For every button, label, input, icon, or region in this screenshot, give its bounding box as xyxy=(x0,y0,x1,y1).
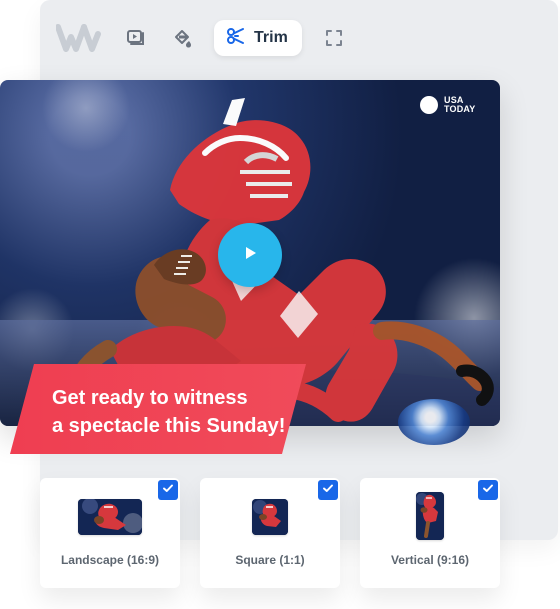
brand-logo-text: USA TODAY xyxy=(444,95,476,114)
format-card-square[interactable]: Square (1:1) xyxy=(200,478,340,588)
landscape-label: Landscape (16:9) xyxy=(60,553,160,567)
check-icon xyxy=(482,481,494,499)
square-thumbnail xyxy=(252,499,288,535)
brand-logo: USA TODAY xyxy=(420,96,482,114)
editor-mockup: Trim USA TODAY Get ready to witness a sp… xyxy=(0,0,560,609)
format-card-vertical[interactable]: Vertical (9:16) xyxy=(360,478,500,588)
play-button[interactable] xyxy=(218,223,282,287)
toolbar: Trim xyxy=(56,18,348,58)
vertical-thumbnail xyxy=(416,492,444,540)
app-logo xyxy=(56,24,104,52)
landscape-checkbox[interactable] xyxy=(158,480,178,500)
check-icon xyxy=(162,481,174,499)
play-icon xyxy=(240,243,260,268)
brand-logo-circle xyxy=(420,96,438,114)
caption-text: Get ready to witness a spectacle this Su… xyxy=(52,387,286,437)
vertical-label: Vertical (9:16) xyxy=(390,553,470,567)
trim-label: Trim xyxy=(254,29,288,46)
vertical-checkbox[interactable] xyxy=(478,480,498,500)
landscape-thumbnail xyxy=(78,499,142,535)
square-checkbox[interactable] xyxy=(318,480,338,500)
square-label: Square (1:1) xyxy=(235,553,305,567)
football-graphic xyxy=(398,399,470,445)
fullscreen-icon[interactable] xyxy=(320,24,348,52)
video-icon[interactable] xyxy=(122,24,150,52)
scissors-icon xyxy=(226,26,246,51)
format-card-landscape[interactable]: Landscape (16:9) xyxy=(40,478,180,588)
check-icon xyxy=(322,481,334,499)
trim-button[interactable]: Trim xyxy=(214,20,302,56)
paint-bucket-icon[interactable] xyxy=(168,24,196,52)
